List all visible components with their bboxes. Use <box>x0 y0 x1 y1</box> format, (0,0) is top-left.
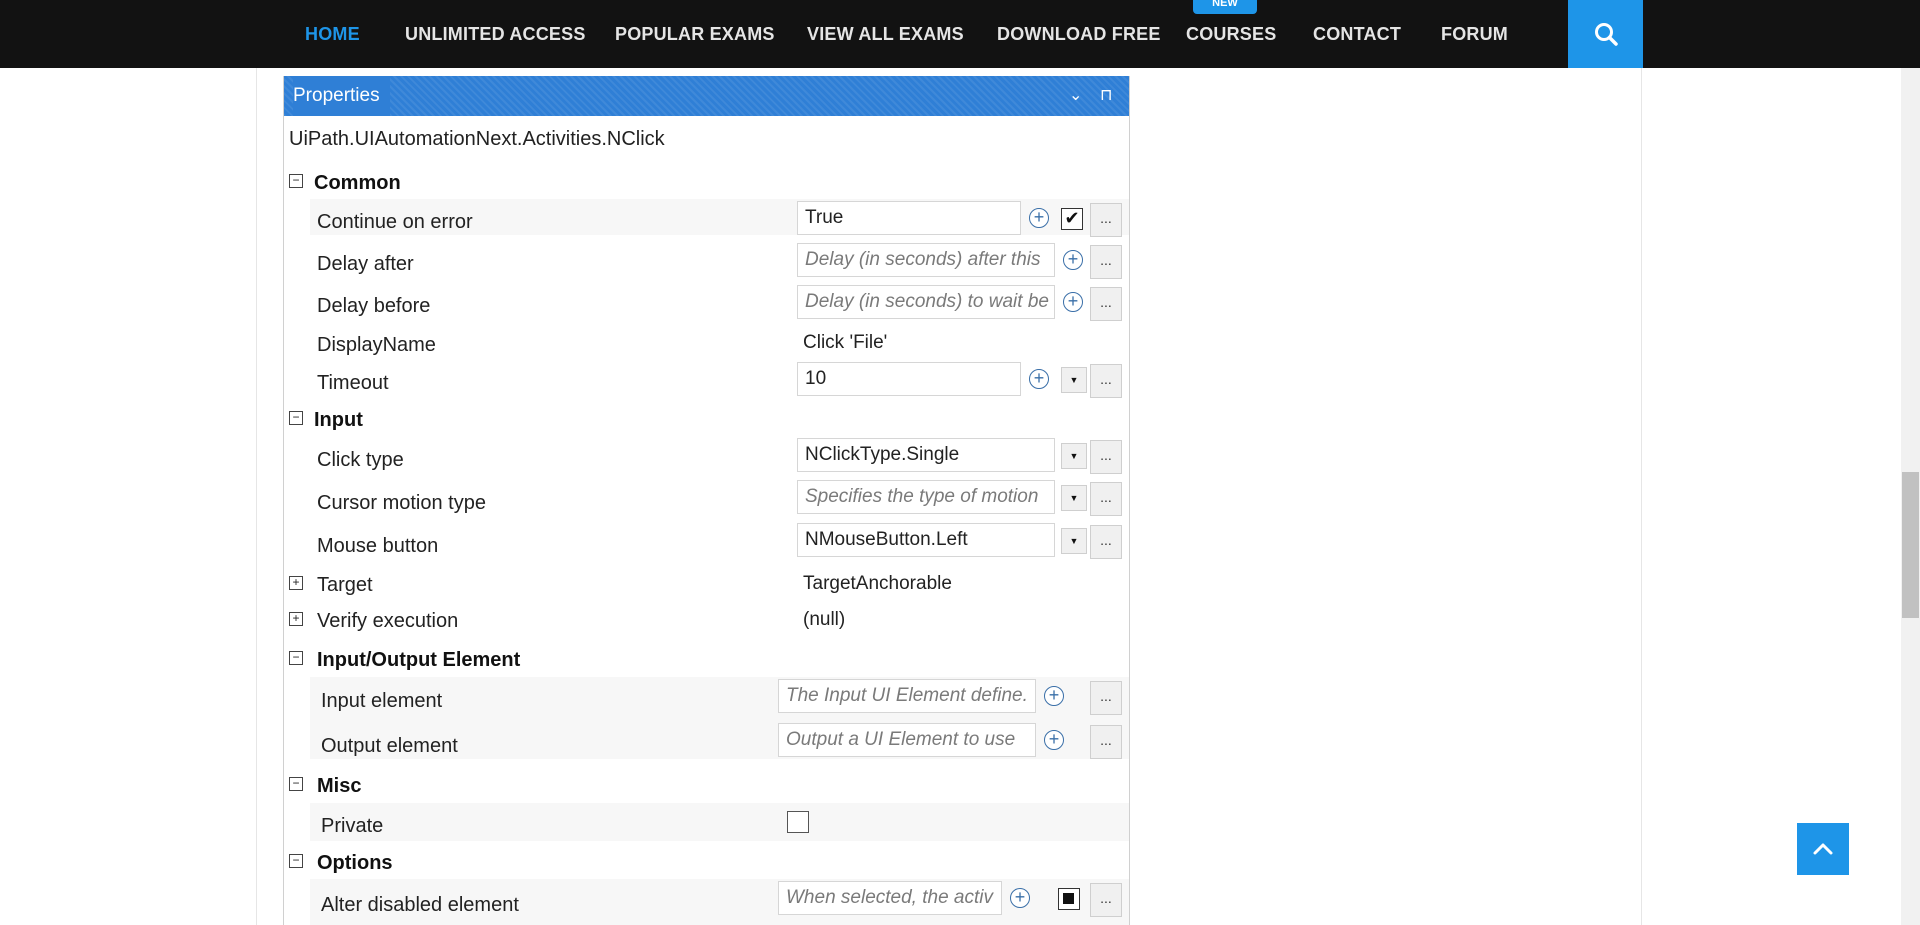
label-alter-disabled-element: Alter disabled element <box>321 894 519 916</box>
back-to-top-button[interactable] <box>1797 823 1849 875</box>
dropdown-icon[interactable]: ▼ <box>1061 528 1087 554</box>
add-argument-icon[interactable]: + <box>1044 686 1064 706</box>
add-argument-icon[interactable]: + <box>1063 250 1083 270</box>
alter-disabled-element-field[interactable]: When selected, the activ <box>778 881 1002 915</box>
delay-after-field[interactable]: Delay (in seconds) after this <box>797 243 1055 277</box>
mouse-button-field[interactable]: NMouseButton.Left <box>797 523 1055 557</box>
dropdown-icon[interactable]: ▼ <box>1061 443 1087 469</box>
label-timeout: Timeout <box>317 372 389 394</box>
continue-on-error-checkbox[interactable]: ✔ <box>1061 208 1083 230</box>
ellipsis-button[interactable]: ... <box>1090 440 1122 474</box>
label-cursor-motion-type: Cursor motion type <box>317 492 486 514</box>
collapse-icon[interactable]: ⌄ <box>1069 76 1082 116</box>
timeout-field[interactable]: 10 <box>797 362 1021 396</box>
ellipsis-button[interactable]: ... <box>1090 883 1122 917</box>
label-click-type: Click type <box>317 449 404 471</box>
add-argument-icon[interactable]: + <box>1029 208 1049 228</box>
collapse-options-icon[interactable]: − <box>289 854 303 868</box>
collapse-input-icon[interactable]: − <box>289 411 303 425</box>
nav-unlimited-access[interactable]: UNLIMITED ACCESS <box>405 0 586 68</box>
output-element-field[interactable]: Output a UI Element to use <box>778 723 1036 757</box>
label-delay-after: Delay after <box>317 253 414 275</box>
search-icon <box>1594 23 1618 46</box>
collapse-misc-icon[interactable]: − <box>289 777 303 791</box>
add-argument-icon[interactable]: + <box>1010 888 1030 908</box>
category-common: Common <box>314 172 401 194</box>
top-navigation: HOME UNLIMITED ACCESS POPULAR EXAMS VIEW… <box>0 0 1920 68</box>
category-input-output-element: Input/Output Element <box>317 649 521 671</box>
nav-courses[interactable]: COURSES <box>1186 0 1276 68</box>
continue-on-error-field[interactable]: True <box>797 201 1021 235</box>
expand-verify-execution-icon[interactable]: + <box>289 612 303 626</box>
ellipsis-button[interactable]: ... <box>1090 525 1122 559</box>
ellipsis-button[interactable]: ... <box>1090 245 1122 279</box>
ellipsis-button[interactable]: ... <box>1090 287 1122 321</box>
ellipsis-button[interactable]: ... <box>1090 725 1122 759</box>
add-argument-icon[interactable]: + <box>1029 369 1049 389</box>
input-element-field[interactable]: The Input UI Element define. <box>778 679 1036 713</box>
category-misc: Misc <box>317 775 362 797</box>
dropdown-icon[interactable]: ▼ <box>1061 485 1087 511</box>
chevron-up-icon <box>1813 843 1833 855</box>
scrollbar-thumb[interactable] <box>1902 472 1919 618</box>
label-input-element: Input element <box>321 690 443 712</box>
label-delay-before: Delay before <box>317 295 431 317</box>
label-mouse-button: Mouse button <box>317 535 439 557</box>
add-argument-icon[interactable]: + <box>1044 730 1064 750</box>
collapse-io-icon[interactable]: − <box>289 651 303 665</box>
label-display-name: DisplayName <box>317 334 436 356</box>
ellipsis-button[interactable]: ... <box>1090 203 1122 237</box>
search-button[interactable] <box>1568 0 1643 68</box>
ellipsis-button[interactable]: ... <box>1090 482 1122 516</box>
properties-title: Properties <box>293 76 390 116</box>
label-private: Private <box>321 815 384 837</box>
nav-view-all-exams[interactable]: VIEW ALL EXAMS <box>807 0 964 68</box>
add-argument-icon[interactable]: + <box>1063 292 1083 312</box>
dropdown-icon[interactable]: ▼ <box>1061 367 1087 393</box>
collapse-common-icon[interactable]: − <box>289 174 303 188</box>
expand-target-icon[interactable]: + <box>289 576 303 590</box>
properties-panel: Properties ⌄ ⊓ UiPath.UIAutomationNext.A… <box>283 76 1130 925</box>
target-value[interactable]: TargetAnchorable <box>803 573 952 595</box>
category-options: Options <box>317 852 393 874</box>
display-name-value[interactable]: Click 'File' <box>803 332 887 354</box>
properties-header: Properties ⌄ ⊓ <box>284 76 1129 116</box>
ellipsis-button[interactable]: ... <box>1090 364 1122 398</box>
ellipsis-button[interactable]: ... <box>1090 681 1122 715</box>
delay-before-field[interactable]: Delay (in seconds) to wait be <box>797 285 1055 319</box>
click-type-field[interactable]: NClickType.Single <box>797 438 1055 472</box>
pin-icon[interactable]: ⊓ <box>1100 76 1112 116</box>
label-verify-execution: Verify execution <box>317 610 459 632</box>
nav-forum[interactable]: FORUM <box>1441 0 1508 68</box>
nav-download-free[interactable]: DOWNLOAD FREE <box>997 0 1161 68</box>
nav-contact[interactable]: CONTACT <box>1313 0 1401 68</box>
label-target: Target <box>317 574 373 596</box>
activity-type: UiPath.UIAutomationNext.Activities.NClic… <box>289 128 665 150</box>
verify-execution-value[interactable]: (null) <box>803 609 845 631</box>
cursor-motion-type-field[interactable]: Specifies the type of motion <box>797 480 1055 514</box>
label-output-element: Output element <box>321 735 458 757</box>
nav-home[interactable]: HOME <box>305 0 360 68</box>
nav-popular-exams[interactable]: POPULAR EXAMS <box>615 0 775 68</box>
label-continue-on-error: Continue on error <box>317 211 473 233</box>
private-checkbox[interactable] <box>787 811 809 833</box>
category-input: Input <box>314 409 363 431</box>
alter-disabled-checkbox[interactable] <box>1058 888 1080 910</box>
